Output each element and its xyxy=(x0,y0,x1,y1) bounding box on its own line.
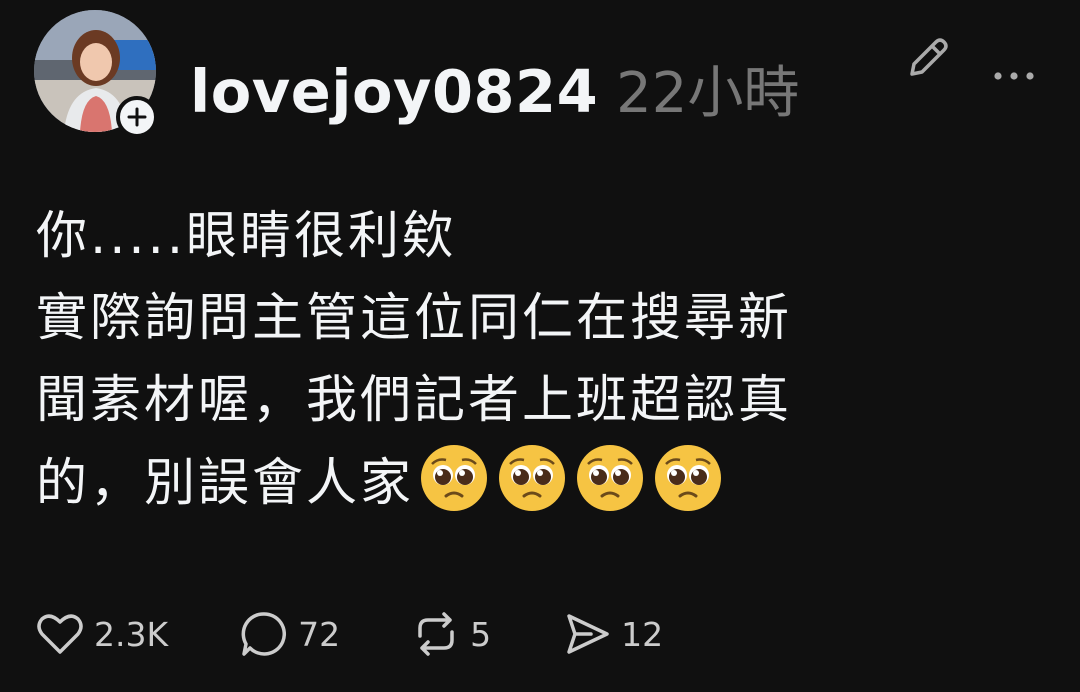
reply-button[interactable]: 72 xyxy=(238,608,340,660)
repost-icon xyxy=(418,612,454,656)
comment-icon xyxy=(241,612,287,656)
action-bar: 2.3K 72 5 12 xyxy=(34,606,733,662)
post-text-line: 的，別誤會人家 xyxy=(36,454,415,513)
share-count: 12 xyxy=(621,614,664,654)
avatar-container[interactable] xyxy=(34,10,160,138)
pleading-face-icon xyxy=(655,445,722,511)
post-body: 你.....眼睛很利欸 實際詢問主管這位同仁在搜尋新 聞素材喔，我們記者上班超認… xyxy=(36,196,1046,525)
send-icon xyxy=(567,614,609,654)
reply-count: 72 xyxy=(298,614,341,654)
post-header: lovejoy0824 22小時 xyxy=(190,48,799,132)
emoji-row xyxy=(418,442,724,514)
pleading-face-icon xyxy=(421,445,488,511)
follow-button[interactable] xyxy=(116,96,158,138)
more-dots-icon xyxy=(994,72,1034,80)
post-time: 22小時 xyxy=(616,61,800,126)
pleading-face-icon xyxy=(577,445,644,511)
repost-button[interactable]: 5 xyxy=(410,608,491,660)
post-text-line-last: 的，別誤會人家 xyxy=(36,442,1046,525)
post-text-line: 聞素材喔，我們記者上班超認真 xyxy=(36,371,793,430)
post-text-line: 實際詢問主管這位同仁在搜尋新 xyxy=(36,289,793,348)
more-options-button[interactable] xyxy=(986,48,1042,104)
pencil-icon xyxy=(910,38,948,76)
heart-icon xyxy=(37,614,83,654)
edit-button[interactable] xyxy=(902,30,956,84)
share-button[interactable]: 12 xyxy=(561,608,663,660)
plus-icon xyxy=(127,107,147,127)
like-count: 2.3K xyxy=(94,614,169,654)
username[interactable]: lovejoy0824 xyxy=(190,57,598,126)
post-text-line: 你.....眼睛很利欸 xyxy=(36,207,457,266)
pleading-face-icon xyxy=(499,445,566,511)
like-button[interactable]: 2.3K xyxy=(34,608,168,660)
repost-count: 5 xyxy=(470,614,492,654)
